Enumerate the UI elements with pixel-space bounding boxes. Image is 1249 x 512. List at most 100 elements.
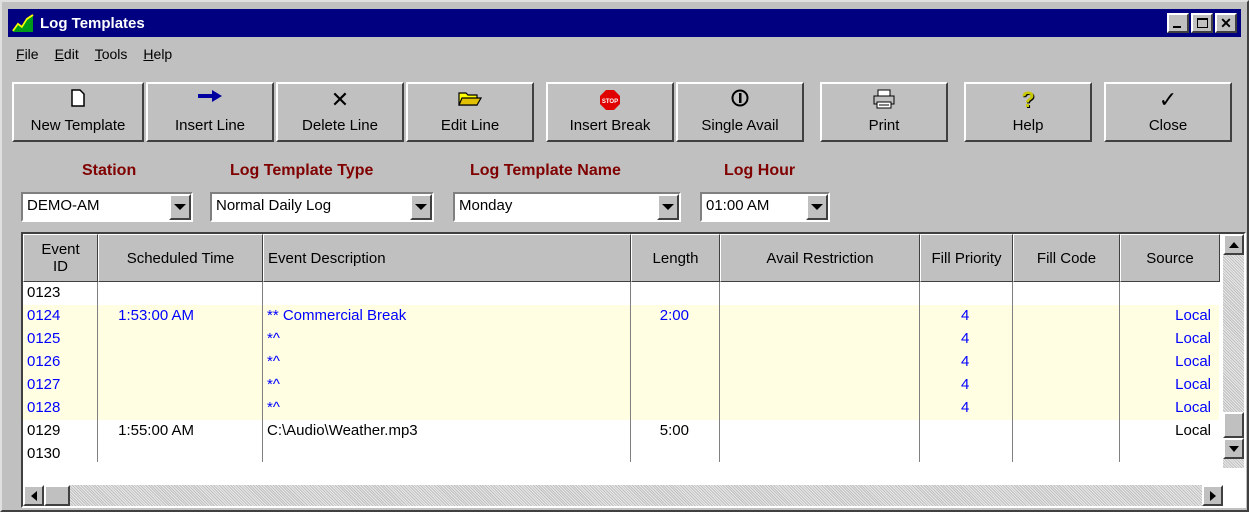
station-dropdown[interactable]: DEMO-AM bbox=[21, 192, 193, 222]
table-row[interactable]: 0126 *^ 4 Local bbox=[23, 351, 1219, 374]
template-name-dropdown[interactable]: Monday bbox=[453, 192, 681, 222]
cell-length: 5:00 bbox=[659, 422, 689, 439]
station-label: Station bbox=[82, 162, 137, 179]
cell-source: Local bbox=[1175, 353, 1211, 370]
col-header-fill-code[interactable]: Fill Code bbox=[1013, 234, 1120, 282]
scroll-left-button[interactable] bbox=[23, 485, 44, 506]
minimize-button[interactable] bbox=[1167, 13, 1189, 33]
menu-help[interactable]: Help bbox=[143, 46, 172, 62]
maximize-button[interactable] bbox=[1191, 13, 1213, 33]
col-header-source[interactable]: Source bbox=[1120, 234, 1220, 282]
edit-line-button[interactable]: Edit Line bbox=[406, 82, 534, 142]
cell-fill-priority: 4 bbox=[961, 330, 970, 347]
insert-break-button[interactable]: STOP Insert Break bbox=[546, 82, 674, 142]
col-header-description[interactable]: Event Description bbox=[263, 234, 631, 282]
table-row[interactable]: 0127 *^ 4 Local bbox=[23, 374, 1219, 397]
menu-tools-accel: T bbox=[94, 46, 102, 62]
template-type-dropdown[interactable]: Normal Daily Log bbox=[210, 192, 434, 222]
up-arrow-icon bbox=[1228, 241, 1239, 248]
stop-sign-icon: STOP bbox=[600, 90, 620, 110]
col-header-fill-priority[interactable]: Fill Priority bbox=[920, 234, 1013, 282]
col-header-scheduled-time-label: Scheduled Time bbox=[126, 249, 235, 267]
chevron-down-icon bbox=[174, 204, 186, 210]
close-button[interactable]: ✓ Close bbox=[1104, 82, 1232, 142]
log-templates-window: Log Templates ✕ File Edit Tools Help New… bbox=[0, 0, 1249, 512]
menu-tools[interactable]: Tools bbox=[95, 46, 128, 62]
col-header-event-id[interactable]: Event ID bbox=[23, 234, 98, 282]
scroll-up-button[interactable] bbox=[1223, 234, 1244, 255]
chevron-down-icon bbox=[662, 204, 674, 210]
cell-source: Local bbox=[1175, 307, 1211, 324]
new-template-label: New Template bbox=[30, 117, 126, 134]
close-window-button[interactable]: ✕ bbox=[1215, 13, 1237, 33]
menu-help-accel: H bbox=[143, 46, 154, 62]
table-row[interactable]: 0128 *^ 4 Local bbox=[23, 397, 1219, 420]
cell-fill-priority: 4 bbox=[961, 376, 970, 393]
cell-event-id: 0129 bbox=[27, 422, 61, 439]
title-bar[interactable]: Log Templates ✕ bbox=[8, 9, 1241, 37]
new-template-button[interactable]: New Template bbox=[12, 82, 144, 142]
template-type-label: Log Template Type bbox=[230, 162, 374, 179]
table-row[interactable]: 0130 bbox=[23, 443, 1219, 466]
menu-edit[interactable]: Edit bbox=[55, 46, 79, 62]
single-avail-button[interactable]: Single Avail bbox=[676, 82, 804, 142]
minimize-icon bbox=[1173, 26, 1181, 28]
cell-fill-priority: 4 bbox=[961, 399, 970, 416]
delete-x-icon: ✕ bbox=[330, 87, 350, 112]
col-header-avail-restriction-label: Avail Restriction bbox=[766, 249, 874, 267]
window-title: Log Templates bbox=[40, 14, 145, 32]
log-hour-dropdown-arrow[interactable] bbox=[806, 194, 828, 220]
horizontal-scrollbar[interactable] bbox=[23, 485, 1223, 506]
log-hour-dropdown[interactable]: 01:00 AM bbox=[700, 192, 830, 222]
delete-line-button[interactable]: ✕ Delete Line bbox=[276, 82, 404, 142]
vertical-scrollbar[interactable] bbox=[1223, 234, 1244, 468]
help-button[interactable]: ? Help bbox=[964, 82, 1092, 142]
column-divider bbox=[719, 282, 720, 462]
cell-description: *^ bbox=[267, 330, 280, 347]
column-divider bbox=[97, 282, 98, 462]
vertical-scroll-thumb[interactable] bbox=[1223, 412, 1244, 438]
insert-line-button[interactable]: Insert Line bbox=[146, 82, 274, 142]
horizontal-scroll-thumb[interactable] bbox=[44, 485, 70, 506]
cell-event-id: 0125 bbox=[27, 330, 61, 347]
cell-scheduled-time: 1:55:00 AM bbox=[118, 422, 194, 439]
scroll-right-button[interactable] bbox=[1202, 485, 1223, 506]
cell-event-id: 0124 bbox=[27, 307, 61, 324]
chevron-down-icon bbox=[415, 204, 427, 210]
col-header-avail-restriction[interactable]: Avail Restriction bbox=[720, 234, 920, 282]
table-row[interactable]: 0129 1:55:00 AM C:\Audio\Weather.mp3 5:00 Lo… bbox=[23, 420, 1219, 443]
print-button[interactable]: Print bbox=[820, 82, 948, 142]
column-divider bbox=[630, 282, 631, 462]
close-icon: ✕ bbox=[1220, 15, 1232, 31]
menu-tools-label: ools bbox=[101, 46, 128, 62]
circled-one-icon bbox=[731, 89, 749, 107]
cell-source: Local bbox=[1175, 330, 1211, 347]
menu-file[interactable]: File bbox=[16, 46, 39, 62]
menu-file-label: ile bbox=[24, 46, 39, 62]
scroll-down-button[interactable] bbox=[1223, 438, 1244, 459]
column-divider bbox=[919, 282, 920, 462]
down-arrow-icon bbox=[1228, 445, 1239, 452]
col-header-scheduled-time[interactable]: Scheduled Time bbox=[98, 234, 263, 282]
column-divider bbox=[1012, 282, 1013, 462]
menu-help-label: elp bbox=[153, 46, 173, 62]
checkmark-icon: ✓ bbox=[1158, 87, 1178, 112]
new-document-icon bbox=[71, 89, 85, 107]
template-type-dropdown-arrow[interactable] bbox=[410, 194, 432, 220]
station-dropdown-arrow[interactable] bbox=[169, 194, 191, 220]
table-row[interactable]: 0124 1:53:00 AM ** Commercial Break 2:00 4 Lo… bbox=[23, 305, 1219, 328]
cell-description: *^ bbox=[267, 353, 280, 370]
log-hour-value: 01:00 AM bbox=[706, 197, 770, 214]
table-row[interactable]: 0123 bbox=[23, 282, 1219, 305]
template-name-dropdown-arrow[interactable] bbox=[657, 194, 679, 220]
cell-description: C:\Audio\Weather.mp3 bbox=[267, 422, 418, 439]
log-template-grid[interactable]: Event ID Scheduled Time Event Descriptio… bbox=[21, 232, 1246, 508]
open-folder-icon bbox=[458, 92, 482, 106]
table-row[interactable]: 0125 *^ 4 Local bbox=[23, 328, 1219, 351]
left-arrow-icon bbox=[30, 490, 37, 501]
cell-length: 2:00 bbox=[659, 307, 689, 324]
cell-scheduled-time: 1:53:00 AM bbox=[118, 307, 194, 324]
col-header-length[interactable]: Length bbox=[631, 234, 720, 282]
cell-event-id: 0128 bbox=[27, 399, 61, 416]
template-name-value: Monday bbox=[459, 197, 513, 214]
